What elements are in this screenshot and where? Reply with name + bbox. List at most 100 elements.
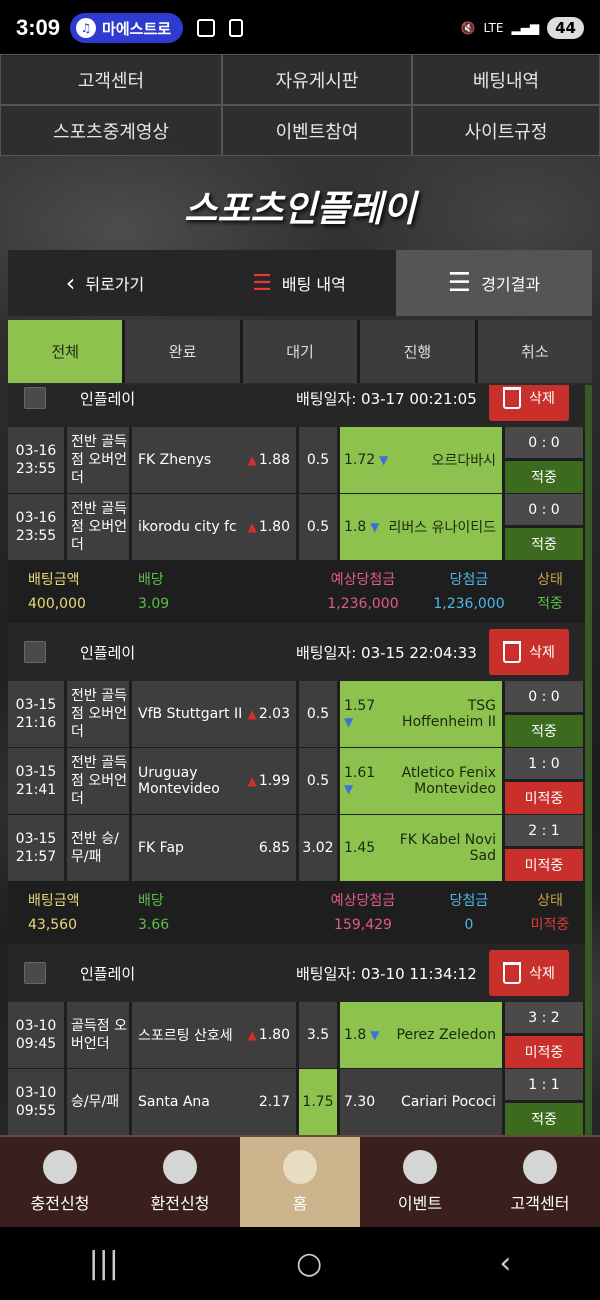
odds-up-icon: ▲ xyxy=(247,1028,257,1042)
home-team[interactable]: Santa Ana 2.17 xyxy=(132,1069,296,1135)
lte-label: LTE xyxy=(483,21,504,35)
nav-event[interactable]: 이벤트참여 xyxy=(222,105,412,156)
bet-row: 03-16 23:55 전반 골득점 오버언더 ikorodu city fc ▲ 1.… xyxy=(8,494,592,560)
away-odds-value: 1.45 xyxy=(344,840,376,856)
tab-cancel[interactable]: 취소 xyxy=(477,320,593,383)
bottom-support[interactable]: 고객센터 xyxy=(480,1137,600,1227)
odds-down-icon: ▼ xyxy=(344,715,354,729)
tab-waiting[interactable]: 대기 xyxy=(242,320,358,383)
line-value[interactable]: 0.5 xyxy=(299,494,337,560)
bottom-withdraw[interactable]: 환전신청 xyxy=(120,1137,240,1227)
bet-date: 배팅일자: 03-15 22:04:33 xyxy=(296,643,477,662)
away-name: Cariari Pococi xyxy=(400,1094,496,1110)
bet-list[interactable]: 인플레이 배팅일자: 03-17 00:21:05 삭제 03-16 23:55 전반 … xyxy=(8,385,592,1135)
trash-icon xyxy=(503,641,522,663)
status-badge: 적중 xyxy=(505,1103,583,1135)
summary-odds-value: 3.09 xyxy=(138,596,170,612)
bottom-event[interactable]: 이벤트 xyxy=(360,1137,480,1227)
away-odds: 1.45 xyxy=(344,840,375,856)
select-checkbox[interactable] xyxy=(24,641,46,663)
home-system-icon[interactable]: ○ xyxy=(296,1246,322,1281)
bet-row: 03-15 21:41 전반 골득점 오버언더 Uruguay Montevideo… xyxy=(8,748,592,814)
select-checkbox[interactable] xyxy=(24,387,46,409)
summary-won-label: 당첨금 xyxy=(449,572,489,589)
home-odds: 2.17 xyxy=(259,1094,290,1110)
away-name: TSG Hoffenheim II xyxy=(402,698,496,730)
away-team[interactable]: 1.45 FK Kabel Novi Sad xyxy=(340,815,502,881)
nav-sports-stream[interactable]: 스포츠중계영상 xyxy=(0,105,222,156)
media-pill[interactable]: ♫ 마에스트로 xyxy=(70,13,184,43)
away-odds: 1.72 ▼ xyxy=(344,452,388,468)
spotify-icon: ♫ xyxy=(76,18,97,38)
results-button[interactable]: ☰ 경기결과 xyxy=(396,250,592,316)
away-odds: 1.8 ▼ xyxy=(344,519,379,535)
bet-row: 03-15 21:16 전반 골득점 오버언더 VfB Stuttgart II ▲ 2… xyxy=(8,681,592,747)
score: 3 : 2 xyxy=(505,1002,583,1033)
market-name: 전반 골득점 오버언더 xyxy=(67,748,129,814)
line-value[interactable]: 3.02 xyxy=(299,815,337,881)
back-button[interactable]: ‹ 뒤로가기 xyxy=(8,250,202,316)
status-badge: 적중 xyxy=(505,715,583,747)
line-value[interactable]: 3.5 xyxy=(299,1002,337,1068)
battery-indicator: 44 xyxy=(547,17,584,39)
back-system-icon[interactable]: ‹ xyxy=(499,1246,511,1281)
status-time: 3:09 xyxy=(16,15,61,40)
delete-button[interactable]: 삭제 xyxy=(489,385,569,421)
market-name: 골득점 오버언더 xyxy=(67,1002,129,1068)
line-value[interactable]: 0.5 xyxy=(299,681,337,747)
home-team[interactable]: FK Zhenys ▲ 1.88 xyxy=(132,427,296,493)
home-odds-value: 2.17 xyxy=(258,1094,290,1110)
nav-customer-center[interactable]: 고객센터 xyxy=(0,54,222,105)
nav-bet-history[interactable]: 베팅내역 xyxy=(412,54,600,105)
away-odds-value: 1.8 xyxy=(344,519,367,535)
home-team[interactable]: VfB Stuttgart II ▲ 2.03 xyxy=(132,681,296,747)
away-team[interactable]: 1.57 ▼ TSG Hoffenheim II xyxy=(340,681,502,747)
away-team[interactable]: 1.8 ▼ Perez Zeledon xyxy=(340,1002,502,1068)
home-odds: 6.85 xyxy=(259,840,290,856)
delete-label: 삭제 xyxy=(529,645,555,661)
recents-icon[interactable]: ||| xyxy=(89,1246,119,1281)
bottom-deposit[interactable]: 충전신청 xyxy=(0,1137,120,1227)
away-name: 오르다바시 xyxy=(431,453,496,469)
home-team[interactable]: ikorodu city fc ▲ 1.80 xyxy=(132,494,296,560)
scrollbar[interactable] xyxy=(585,385,592,1135)
summary-state-label: 상태 xyxy=(537,893,563,910)
tab-progress[interactable]: 진행 xyxy=(360,320,475,383)
away-team[interactable]: 1.8 ▼ 리버스 유나이티드 xyxy=(340,494,502,560)
summary-amount-value: 400,000 xyxy=(28,596,86,612)
bet-row: 03-15 21:57 전반 승/무/패 FK Fap 6.85 3.02 1.45 FK … xyxy=(8,815,592,881)
tab-all[interactable]: 전체 xyxy=(8,320,123,383)
line-value[interactable]: 0.5 xyxy=(299,748,337,814)
odds-down-icon: ▼ xyxy=(375,453,389,467)
cards-container: 인플레이 배팅일자: 03-17 00:21:05 삭제 03-16 23:55 전반 … xyxy=(8,385,592,1135)
summary-won: 당첨금 1,236,000 xyxy=(418,567,520,619)
nav-free-board[interactable]: 자유게시판 xyxy=(222,54,412,105)
line-value[interactable]: 0.5 xyxy=(299,427,337,493)
delete-button[interactable]: 삭제 xyxy=(489,629,569,675)
away-odds-value: 7.30 xyxy=(344,1094,376,1110)
home-team[interactable]: Uruguay Montevideo ▲ 1.99 xyxy=(132,748,296,814)
bet-history-button[interactable]: ☰ 배팅 내역 xyxy=(202,250,396,316)
line-value[interactable]: 1.75 xyxy=(299,1069,337,1135)
action-bar: ‹ 뒤로가기 ☰ 배팅 내역 ☰ 경기결과 xyxy=(8,250,592,316)
bet-type: 인플레이 xyxy=(80,964,136,983)
match-time: 03-15 21:16 xyxy=(8,681,64,747)
bottom-home[interactable]: 홈 xyxy=(240,1137,360,1227)
select-checkbox[interactable] xyxy=(24,962,46,984)
status-badge: 적중 xyxy=(505,461,583,493)
market-name: 전반 승/무/패 xyxy=(67,815,129,881)
status-icons: 🔇 LTE ▂▄▆ 44 xyxy=(461,17,584,39)
home-name: Uruguay Montevideo xyxy=(138,765,220,797)
bet-date: 배팅일자: 03-10 11:34:12 xyxy=(296,964,477,983)
delete-button[interactable]: 삭제 xyxy=(489,950,569,996)
away-team[interactable]: 7.30 Cariari Pococi xyxy=(340,1069,502,1135)
away-name: Atletico Fenix Montevideo xyxy=(401,765,496,797)
tab-complete[interactable]: 완료 xyxy=(125,320,240,383)
market-name: 전반 골득점 오버언더 xyxy=(67,494,129,560)
away-team[interactable]: 1.61 ▼ Atletico Fenix Montevideo xyxy=(340,748,502,814)
match-time: 03-15 21:41 xyxy=(8,748,64,814)
nav-site-rules[interactable]: 사이트규정 xyxy=(412,105,600,156)
home-team[interactable]: FK Fap 6.85 xyxy=(132,815,296,881)
home-team[interactable]: 스포르팅 산호세 ▲ 1.80 xyxy=(132,1002,296,1068)
away-team[interactable]: 1.72 ▼ 오르다바시 xyxy=(340,427,502,493)
